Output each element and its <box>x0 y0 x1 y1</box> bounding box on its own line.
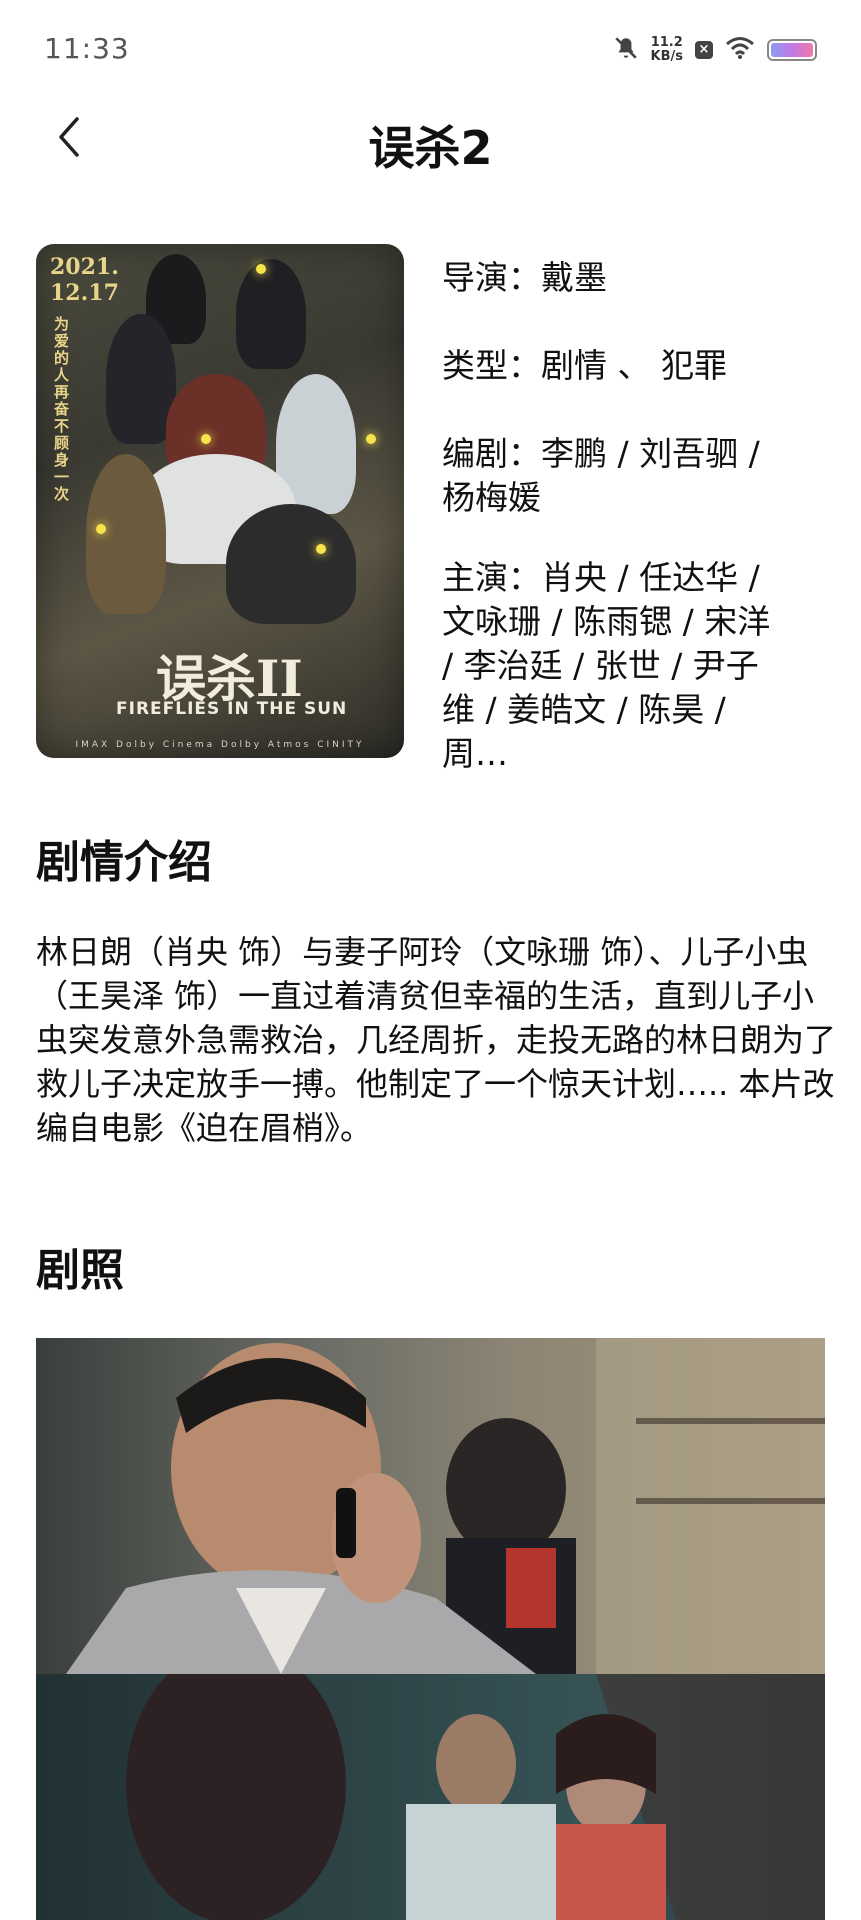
director: 导演：戴墨 <box>442 258 607 297</box>
mute-icon <box>613 35 639 65</box>
genre: 类型：剧情 、 犯罪 <box>442 346 727 385</box>
poster-artwork <box>86 254 396 664</box>
plot-heading: 剧情介绍 <box>36 837 212 888</box>
plot-text: 林日朗（肖央 饰）与妻子阿玲（文咏珊 饰）、儿子小虫（王昊泽 饰）一直过着清贫但… <box>36 933 837 1147</box>
wifi-icon <box>725 36 755 64</box>
status-bar: 11:33 11.2 KB/s × <box>0 0 861 100</box>
movie-info: 2021. 12.17 为爱的人 再奋不顾身一次 误杀II FIREFLIES … <box>36 244 836 773</box>
cast: 主演：肖央 / 任达华 / 文咏珊 / 陈雨锶 / 宋洋 / 李治廷 / 张世 … <box>442 558 771 773</box>
movie-poster[interactable]: 2021. 12.17 为爱的人 再奋不顾身一次 误杀II FIREFLIES … <box>36 244 404 758</box>
stills-gallery <box>36 1338 825 1920</box>
still-image[interactable] <box>36 1338 825 1674</box>
poster-credits: IMAX Dolby Cinema Dolby Atmos CINITY <box>75 740 365 750</box>
writers: 编剧：李鹏 / 刘吾驷 / 杨梅媛 <box>442 434 760 517</box>
poster-english-title: FIREFLIES IN THE SUN <box>116 699 348 719</box>
top-bar: 误杀2 <box>0 100 861 190</box>
network-speed: 11.2 KB/s <box>651 36 683 64</box>
close-notification-icon: × <box>695 41 713 59</box>
battery-level <box>771 43 813 57</box>
battery-icon <box>767 39 817 61</box>
poster-tagline: 为爱的人 再奋不顾身一次 <box>54 315 70 503</box>
still-image[interactable] <box>36 1674 825 1920</box>
status-time: 11:33 <box>44 32 130 65</box>
page-title: 误杀2 <box>368 121 493 175</box>
network-speed-unit: KB/s <box>650 49 683 64</box>
network-speed-value: 11.2 <box>650 35 683 50</box>
status-icons: 11.2 KB/s × <box>613 30 817 70</box>
stills-heading: 剧照 <box>36 1245 124 1296</box>
